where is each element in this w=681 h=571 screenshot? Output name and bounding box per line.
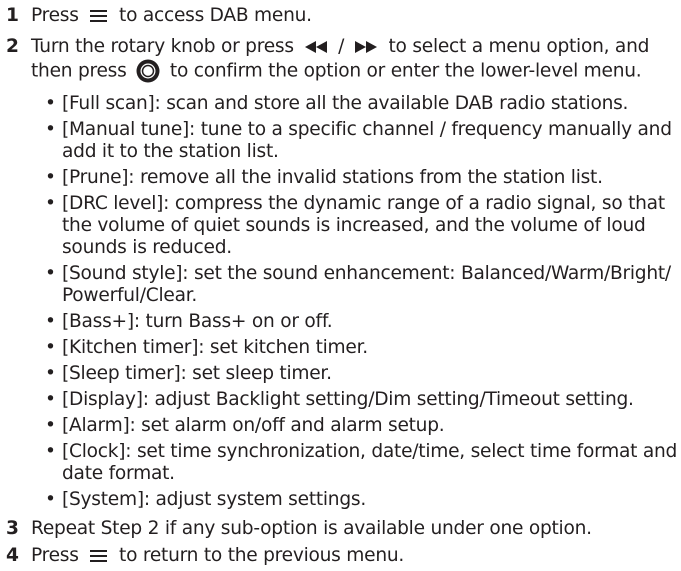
option-text: [Full scan]: scan and store all the avai… <box>62 93 629 114</box>
option-sound-style-continued: Powerful/Clear. <box>62 285 197 307</box>
bullet: • <box>45 311 56 332</box>
step-2-continued: then press to confirm the option or ente… <box>31 59 642 83</box>
option-text: [Manual tune]: tune to a specific channe… <box>62 119 672 140</box>
step-text: to access DAB menu. <box>119 5 312 26</box>
option-text: [Sound style]: set the sound enhancement… <box>62 263 671 284</box>
step-number: 4 <box>6 545 19 566</box>
option-text: [DRC level]: compress the dynamic range … <box>62 193 665 214</box>
bullet: • <box>45 263 56 284</box>
step-text: Press <box>31 545 79 566</box>
separator: / <box>338 36 345 57</box>
step-text: to confirm the option or enter the lower… <box>169 60 642 82</box>
option-manual-tune-continued: add it to the station list. <box>62 141 279 163</box>
option-clock-continued: date format. <box>62 463 175 485</box>
select-knob-icon <box>136 59 160 83</box>
option-text: [Clock]: set time synchronization, date/… <box>62 441 678 462</box>
step-text: to return to the previous menu. <box>119 545 405 566</box>
option-text: add it to the station list. <box>62 141 279 162</box>
bullet: • <box>45 193 56 214</box>
step-number: 1 <box>6 5 19 26</box>
bullet: • <box>45 489 56 510</box>
option-text: date format. <box>62 463 175 484</box>
option-text: Powerful/Clear. <box>62 285 198 306</box>
option-drc-level-continued: the volume of quiet sounds is increased,… <box>62 215 646 237</box>
step-text: then press <box>31 60 127 82</box>
option-text: [System]: adjust system settings. <box>62 489 366 510</box>
option-text: [Bass+]: turn Bass+ on or off. <box>62 311 333 332</box>
step-text: Turn the rotary knob or press <box>31 36 294 57</box>
menu-icon <box>90 549 108 562</box>
option-text: [Prune]: remove all the invalid stations… <box>62 167 603 188</box>
bullet: • <box>45 119 56 140</box>
step-number: 3 <box>6 518 19 539</box>
bullet: • <box>45 167 56 188</box>
option-text: sounds is reduced. <box>62 237 232 258</box>
menu-icon <box>90 9 108 22</box>
step-text: Repeat Step 2 if any sub-option is avail… <box>31 518 592 539</box>
step-text: Press <box>31 5 79 26</box>
option-text: [Display]: adjust Backlight setting/Dim … <box>62 389 634 410</box>
option-drc-level-continued: sounds is reduced. <box>62 237 232 259</box>
bullet: • <box>45 389 56 410</box>
bullet: • <box>45 441 56 462</box>
next-icon <box>354 40 377 53</box>
option-text: [Kitchen timer]: set kitchen timer. <box>62 337 368 358</box>
step-text: to select a menu option, and <box>388 36 650 57</box>
option-text: [Alarm]: set alarm on/off and alarm setu… <box>62 415 445 436</box>
previous-icon <box>305 40 328 53</box>
step-number: 2 <box>6 36 19 57</box>
option-text: [Sleep timer]: set sleep timer. <box>62 363 332 384</box>
bullet: • <box>45 93 56 114</box>
bullet: • <box>45 415 56 436</box>
option-text: the volume of quiet sounds is increased,… <box>62 215 646 236</box>
bullet: • <box>45 363 56 384</box>
bullet: • <box>45 337 56 358</box>
